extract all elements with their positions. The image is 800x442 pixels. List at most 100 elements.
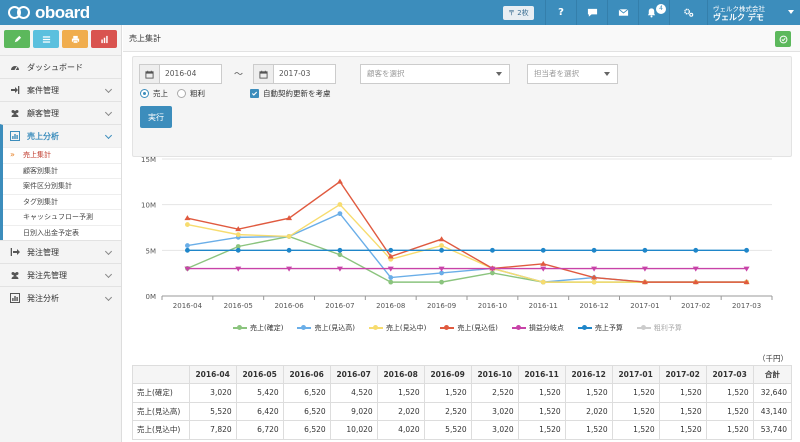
- table-cell: 1,520: [423, 383, 472, 403]
- settings-button[interactable]: [669, 0, 707, 25]
- page-header: 売上集計: [123, 25, 800, 52]
- y-tick-label: 15M: [141, 156, 156, 164]
- legend-marker-icon: [368, 325, 383, 331]
- notifications-button[interactable]: 4: [638, 0, 669, 25]
- list-icon: [42, 35, 50, 43]
- table-row: 売上(確定) 3,020 5,420 6,520 4,520 1,520 1,520 2,52…: [132, 383, 793, 403]
- column-header: 合計: [752, 365, 793, 384]
- user-name: ヴェルク デモ: [713, 13, 764, 22]
- mail-button[interactable]: [607, 0, 638, 25]
- sidebar-item-orders[interactable]: 発注管理: [0, 240, 121, 263]
- column-header: 2016-08: [376, 365, 425, 384]
- data-point: [235, 232, 241, 238]
- legend-marker-icon: [297, 325, 312, 331]
- help-button[interactable]: ?: [545, 0, 576, 25]
- sidebar-subitem-sales-summary[interactable]: 売上集計: [3, 147, 121, 163]
- date-from-input[interactable]: 2016-04: [159, 64, 222, 84]
- series-line: [187, 235, 747, 283]
- chart-button[interactable]: [91, 30, 117, 48]
- sidebar-item-dashboard[interactable]: ダッシュボード: [0, 55, 121, 78]
- bar-chart-icon: [9, 293, 21, 303]
- table-cell: 5,520: [188, 401, 237, 421]
- data-point: [693, 247, 699, 253]
- legend-item[interactable]: 損益分岐点: [511, 322, 564, 334]
- print-button[interactable]: [62, 30, 88, 48]
- data-point: [337, 202, 343, 207]
- table-cell: 1,520: [376, 383, 425, 403]
- sidebar-subitem-by-category[interactable]: 案件区分別集計: [3, 178, 121, 194]
- assignee-select[interactable]: 担当者を選択: [527, 64, 618, 84]
- table-cell: 1,520: [705, 383, 754, 403]
- table-cell: 32,640: [752, 383, 793, 403]
- date-range-separator: 〜: [234, 70, 244, 80]
- legend-item[interactable]: 売上(確定): [233, 322, 283, 334]
- page-title: 売上集計: [129, 33, 161, 43]
- date-to-input[interactable]: 2017-03: [273, 64, 336, 84]
- user-menu[interactable]: ヴェルク株式会社 ヴェルク デモ: [707, 0, 800, 25]
- auto-renew-checkbox[interactable]: 自動契約更新を考慮: [250, 88, 331, 99]
- legend-item[interactable]: 売上(見込中): [368, 322, 427, 334]
- sidebar-subitem-by-tag[interactable]: タグ別集計: [3, 193, 121, 210]
- legend-item[interactable]: 粗利予算: [636, 322, 682, 334]
- table-cell: 6,420: [235, 401, 284, 421]
- table-cell: 6,520: [282, 383, 331, 403]
- column-header: 2016-12: [564, 365, 613, 384]
- radio-sales[interactable]: 売上: [140, 88, 168, 99]
- data-point: [388, 275, 394, 280]
- radio-gross-profit[interactable]: 粗利: [177, 88, 205, 99]
- sidebar-item-vendors[interactable]: 発注先管理: [0, 263, 121, 286]
- table-cell: 43,140: [752, 401, 793, 421]
- legend-item[interactable]: 売上(見込低): [440, 322, 498, 334]
- data-point: [439, 247, 444, 253]
- sidebar-item-sales-analysis[interactable]: 売上分析: [0, 124, 121, 147]
- sidebar-subitem-cashflow[interactable]: キャッシュフロー予測: [3, 209, 121, 225]
- date-to-group: 2017-03: [253, 64, 336, 84]
- legend-item[interactable]: 売上(見込高): [297, 322, 355, 334]
- date-from-group: 2016-04: [139, 64, 222, 84]
- chevron-down-icon: [104, 131, 113, 140]
- list-button[interactable]: [33, 30, 59, 48]
- chevron-down-icon: [104, 293, 113, 302]
- edit-button[interactable]: [4, 30, 30, 48]
- sidebar: ダッシュボード 案件管理 顧客管理 売上分析 売上集計 顧客別集計 案件区分別集…: [0, 25, 122, 442]
- data-point: [439, 243, 444, 248]
- calendar-icon[interactable]: [139, 64, 159, 84]
- users-icon: [9, 270, 21, 280]
- caret-down-icon: [496, 72, 502, 76]
- data-point: [388, 247, 394, 253]
- customer-select[interactable]: 顧客を選択: [360, 64, 510, 84]
- data-point: [184, 215, 191, 221]
- legend-label: 売上(見込中): [385, 324, 427, 332]
- column-header: 2016-06: [282, 365, 331, 384]
- legend-label: 売上(見込低): [457, 324, 498, 332]
- plan-badge[interactable]: 〒 2枚: [503, 6, 534, 20]
- sidebar-item-label: ダッシュボード: [27, 62, 83, 72]
- chevron-down-icon: [104, 108, 113, 117]
- legend-item[interactable]: 売上予算: [577, 322, 623, 334]
- column-header: 2017-03: [705, 365, 754, 384]
- export-button[interactable]: [775, 31, 791, 47]
- sidebar-subitem-daily-schedule[interactable]: 日別入出金予定表: [3, 224, 121, 241]
- main-content: 売上集計 2016-04 〜 2017-03 顧客を選択 担当者を選択 売上 粗…: [123, 25, 800, 442]
- table-cell: 2,020: [564, 401, 613, 421]
- table-cell: 2,020: [376, 401, 425, 421]
- sidebar-subitem-by-customer[interactable]: 顧客別集計: [3, 162, 121, 179]
- run-button[interactable]: 実行: [140, 106, 172, 128]
- data-point: [540, 247, 546, 253]
- calendar-icon[interactable]: [253, 64, 273, 84]
- x-tick-label: 2016-08: [376, 302, 405, 310]
- x-tick-label: 2016-04: [173, 302, 203, 310]
- sidebar-item-customers[interactable]: 顧客管理: [0, 101, 121, 124]
- x-tick-label: 2016-12: [579, 302, 608, 310]
- users-icon: [9, 108, 21, 118]
- sidebar-item-deals[interactable]: 案件管理: [0, 78, 121, 101]
- legend-marker-icon: [440, 325, 455, 331]
- auto-renew-label: 自動契約更新を考慮: [263, 89, 331, 98]
- sidebar-item-label: 発注先管理: [27, 270, 67, 280]
- sales-line-chart: 0M 5M 10M 15M 2016-04 2016-05 2016-06 2016-07 20…: [141, 156, 773, 310]
- sidebar-item-order-analysis[interactable]: 発注分析: [0, 286, 121, 309]
- caret-down-icon: [604, 72, 610, 76]
- chat-button[interactable]: [576, 0, 607, 25]
- legend-label: 損益分岐点: [528, 324, 564, 332]
- app-logo[interactable]: oboard: [8, 3, 90, 22]
